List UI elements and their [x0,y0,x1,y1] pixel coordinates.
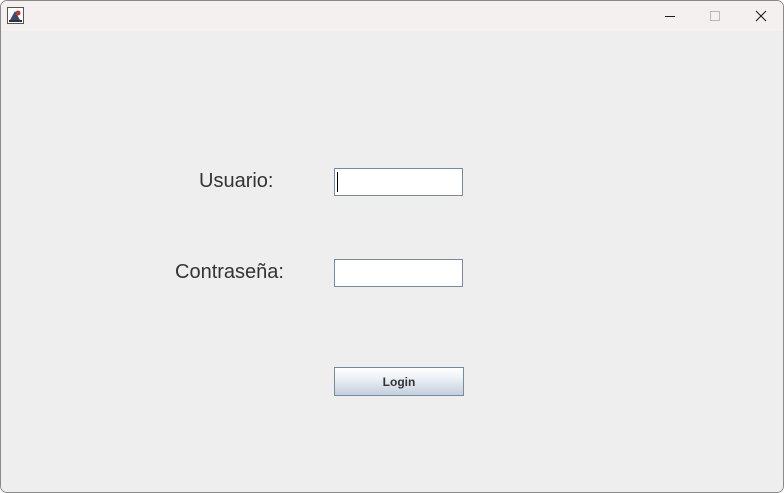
login-button[interactable]: Login [334,367,464,396]
maximize-button[interactable] [692,1,738,31]
login-form: Usuario: Contraseña: Login [1,31,783,492]
login-window: Usuario: Contraseña: Login [0,0,784,493]
java-app-icon [7,7,24,24]
close-icon [755,10,767,22]
password-field[interactable] [334,259,463,287]
username-field[interactable] [334,168,463,196]
minimize-button[interactable] [647,1,693,31]
minimize-icon [665,16,675,17]
title-bar[interactable] [1,1,783,31]
maximize-icon [710,11,720,21]
username-label: Usuario: [199,170,274,192]
text-caret [337,172,338,192]
password-label: Contraseña: [175,261,284,283]
close-button[interactable] [738,1,783,31]
